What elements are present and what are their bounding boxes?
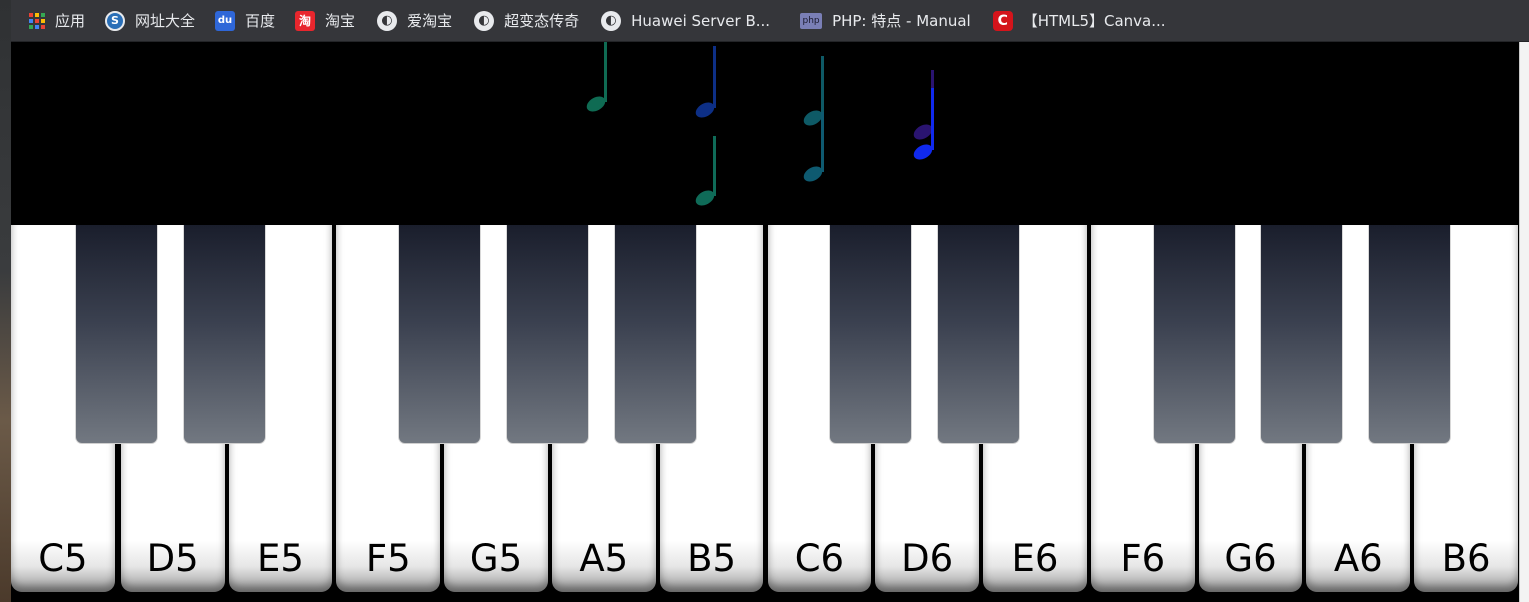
key-label: B6	[1441, 537, 1491, 580]
bookmark-2[interactable]: S 网址大全	[105, 10, 195, 31]
bookmark-1[interactable]: 应用	[29, 10, 85, 31]
bookmark-3[interactable]: du 百度	[215, 10, 275, 31]
music-note-icon	[695, 136, 716, 206]
piano-key-g6-sharp[interactable]	[1260, 225, 1344, 444]
bookmark-6[interactable]: ◐ 超变态传奇	[474, 10, 579, 31]
bookmark-5[interactable]: ◐ 爱淘宝	[377, 10, 452, 31]
key-label: G6	[1224, 537, 1277, 580]
bookmark-label: 超变态传奇	[504, 12, 580, 30]
bookmark-label: 淘宝	[325, 12, 356, 30]
piano-keyboard: C5 D5 E5 F5 G5 A5 B5 C6 D6 E6 F6 G6 A6 B6	[11, 225, 1520, 602]
bookmark-label: 爱淘宝	[407, 12, 453, 30]
bookmark-label: Huawei Server B...	[631, 11, 771, 30]
key-label: C6	[794, 537, 845, 580]
piano-key-g5-sharp[interactable]	[505, 225, 589, 444]
piano-key-d5-sharp[interactable]	[182, 225, 266, 444]
key-label: B5	[687, 537, 737, 580]
bookmark-label: 应用	[55, 12, 86, 30]
key-label: A5	[579, 537, 629, 580]
piano-key-d6-sharp[interactable]	[937, 225, 1021, 444]
music-note-icon	[586, 42, 607, 112]
key-label: E6	[1011, 537, 1059, 580]
music-note-icon	[695, 46, 716, 118]
key-label: G5	[469, 537, 523, 580]
key-label: F5	[365, 537, 411, 580]
falling-notes-canvas	[11, 42, 1520, 225]
bookmark-8[interactable]: php PHP: 特点 - Manual	[800, 10, 971, 31]
key-label: D6	[901, 537, 954, 580]
csdn-icon: C	[992, 10, 1013, 31]
key-label: F6	[1120, 537, 1166, 580]
piano-key-c5-sharp[interactable]	[74, 225, 158, 444]
bookmark-label: 【HTML5】Canva...	[1022, 12, 1166, 30]
bookmarks-bar: 应用 S 网址大全 du 百度 淘淘宝 ◐ 爱淘宝 ◐ 超变态传奇 ◐ Huawei Server B…	[11, 0, 1529, 42]
piano-key-c6-sharp[interactable]	[829, 225, 913, 444]
apps-grid-icon	[29, 12, 45, 29]
piano-key-a6-sharp[interactable]	[1368, 225, 1452, 444]
bookmark-9[interactable]: C 【HTML5】Canva...	[992, 10, 1166, 31]
bookmark-4[interactable]: 淘淘宝	[295, 10, 355, 31]
bookmark-7[interactable]: ◐ Huawei Server B...	[601, 10, 771, 31]
window-left-edge	[0, 0, 11, 602]
baidu-icon: du	[215, 10, 236, 31]
key-label: D5	[146, 537, 199, 580]
bookmark-label: PHP: 特点 - Manual	[832, 12, 971, 30]
php-icon: php	[800, 12, 823, 29]
globe-icon: ◐	[377, 10, 398, 31]
globe-icon: ◐	[474, 10, 495, 31]
bookmark-label: 网址大全	[135, 12, 196, 30]
piano-key-f5-sharp[interactable]	[398, 225, 482, 444]
taobao-icon: 淘	[295, 10, 316, 31]
scrollbar-track[interactable]	[1519, 42, 1529, 602]
key-label: C5	[38, 537, 88, 580]
key-label: E5	[256, 537, 304, 580]
music-note-icon	[803, 112, 824, 182]
piano-key-a5-sharp[interactable]	[613, 225, 697, 444]
piano-key-f6-sharp[interactable]	[1152, 225, 1236, 444]
bookmark-label: 百度	[245, 12, 276, 30]
music-note-icon	[913, 88, 934, 160]
key-label: A6	[1333, 537, 1383, 580]
globe-icon: ◐	[601, 10, 622, 31]
sogou-icon: S	[105, 10, 126, 31]
